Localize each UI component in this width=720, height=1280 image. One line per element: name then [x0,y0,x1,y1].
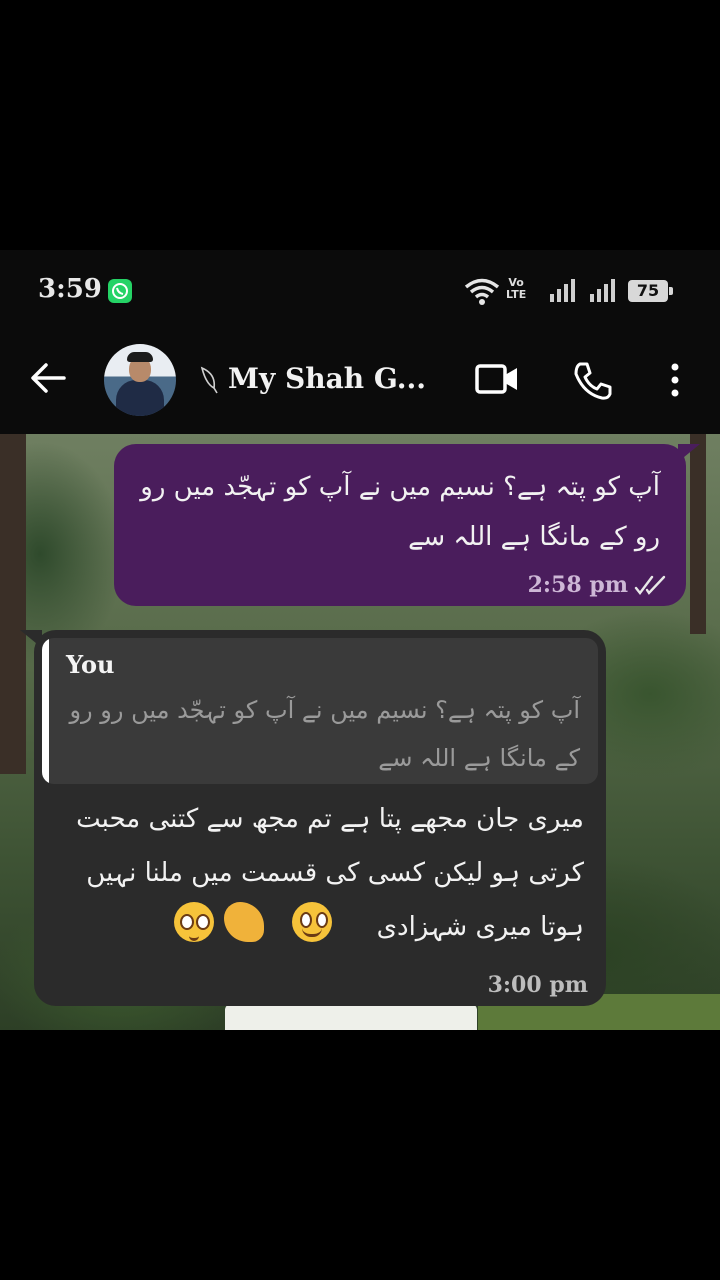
quote-accent-bar [42,638,49,784]
emoji-row [174,902,374,950]
outgoing-message-time: 2:58 pm [527,572,628,598]
outgoing-message[interactable]: آپ کو پتہ ہے؟ نسیم میں نے آپ کو تہجّد می… [114,444,700,606]
signal-strength-icon [590,279,615,302]
incoming-message-time: 3:00 pm [487,972,588,998]
whatsapp-notification-icon [108,279,132,303]
avatar[interactable] [104,344,176,416]
outgoing-message-text: آپ کو پتہ ہے؟ نسیم میں نے آپ کو تہجّد می… [140,472,660,552]
quoted-author: You [66,650,115,679]
chat-area[interactable]: آپ کو پتہ ہے؟ نسیم میں نے آپ کو تہجّد می… [0,434,720,1030]
battery-indicator: 75 [628,280,673,302]
double-check-icon [634,575,666,595]
quoted-message[interactable]: You آپ کو پتہ ہے؟ نسیم میں نے آپ کو تہجّ… [42,638,598,784]
chat-header: My Shah G... [0,334,720,434]
leaf-icon [200,366,218,394]
wallpaper-tree-trunk [690,434,706,634]
wifi-icon [464,278,500,305]
contact-name[interactable]: My Shah G... [228,362,426,395]
wallpaper-figure [225,1004,477,1030]
more-options-icon[interactable] [668,362,682,398]
pleading-face-icon [174,902,214,942]
pinched-fingers-icon [224,902,264,942]
volte-indicator: Vo LTE [506,277,526,301]
voice-call-icon[interactable] [572,360,614,402]
back-arrow-icon[interactable] [30,362,66,394]
status-time: 3:59 [38,274,102,304]
video-call-icon[interactable] [474,362,520,396]
status-bar: 3:59 Vo LTE 75 [0,250,720,334]
quoted-text: آپ کو پتہ ہے؟ نسیم میں نے آپ کو تہجّد می… [69,696,580,772]
phone-screen: 3:59 Vo LTE 75 My Shah G... آپ کو پتہ ہے… [0,250,720,1030]
wallpaper-tree-trunk [0,434,26,774]
signal-strength-icon [550,279,575,302]
incoming-message[interactable]: You آپ کو پتہ ہے؟ نسیم میں نے آپ کو تہجّ… [20,630,606,1006]
smiling-face-with-tear-icon [292,902,332,942]
volte-bottom-label: LTE [506,288,527,301]
